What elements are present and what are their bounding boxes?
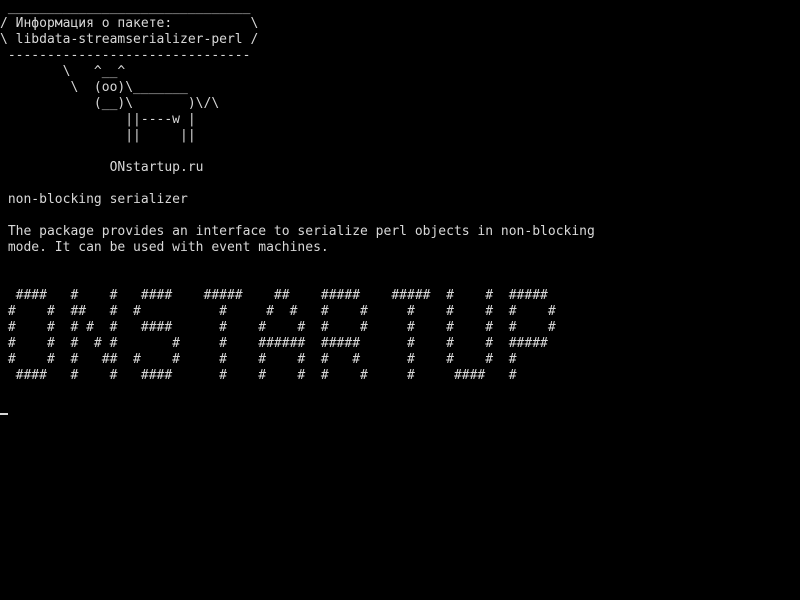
ascii-cow-line-3: (__)\ )\/\ <box>0 96 220 111</box>
speech-bubble-line-package: \ libdata-streamserializer-perl / <box>0 32 259 47</box>
ascii-cow-line-1: \ ^__^ <box>0 64 126 79</box>
ascii-banner-line-2: # # ## # # # # # # # # # # # # <box>0 304 556 319</box>
ascii-banner-line-5: # # # ## # # # # # # # # # # # <box>0 352 517 367</box>
package-summary: non-blocking serializer <box>0 192 188 207</box>
text-cursor <box>0 413 8 415</box>
ascii-cow-line-5: || || <box>0 128 196 143</box>
ascii-banner-line-6: #### # # #### # # # # # # #### # <box>0 368 517 383</box>
site-name: ONstartup.ru <box>0 160 204 175</box>
terminal-screen[interactable]: _______________________________ / Информ… <box>0 0 800 600</box>
speech-bubble-top: _______________________________ <box>0 0 251 15</box>
package-description-line-2: mode. It can be used with event machines… <box>0 240 329 255</box>
speech-bubble-bottom: ------------------------------- <box>0 48 251 63</box>
ascii-banner-line-4: # # # # # # # ###### ##### # # # ##### <box>0 336 548 351</box>
speech-bubble-line-info: / Информация о пакете: \ <box>0 16 259 31</box>
package-description-line-1: The package provides an interface to ser… <box>0 224 595 239</box>
ascii-banner-line-3: # # # # # #### # # # # # # # # # # <box>0 320 556 335</box>
ascii-cow-line-4: ||----w | <box>0 112 196 127</box>
ascii-banner-line-1: #### # # #### ##### ## ##### ##### # # #… <box>0 288 548 303</box>
ascii-cow-line-2: \ (oo)\_______ <box>0 80 188 95</box>
